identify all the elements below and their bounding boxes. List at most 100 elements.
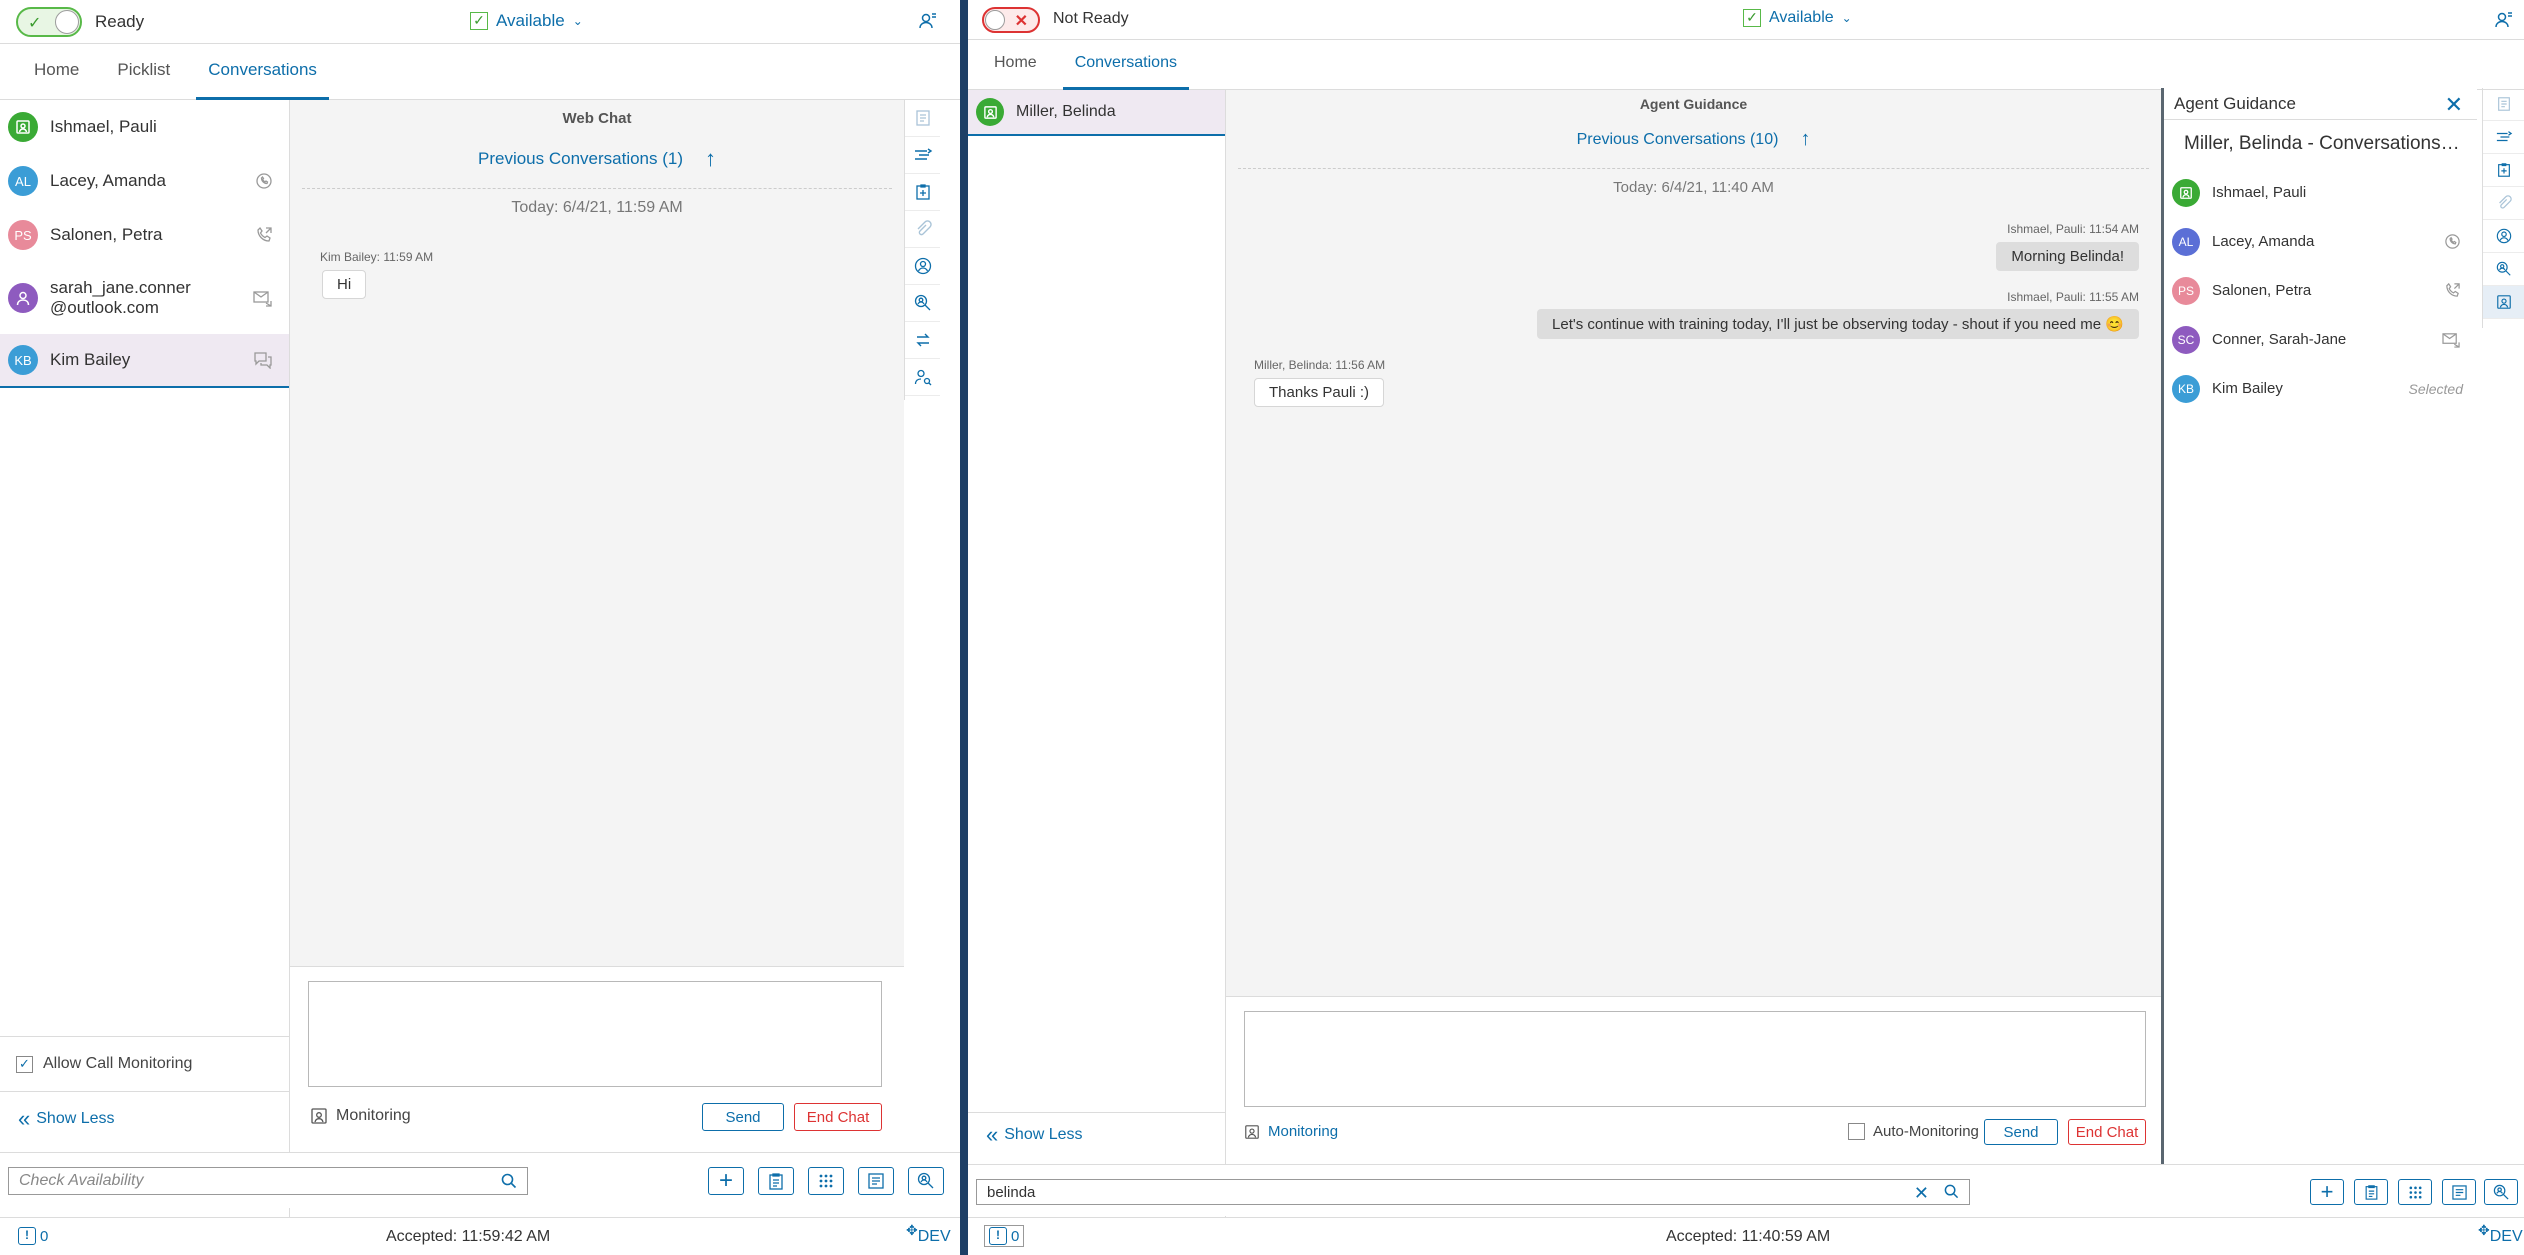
agent-guidance-header: Agent Guidance ✕	[2164, 88, 2477, 120]
check-availability-input[interactable]	[19, 1172, 527, 1190]
clipboard-icon[interactable]	[2483, 154, 2524, 187]
plus-icon: +	[718, 1167, 733, 1194]
contacts-button[interactable]	[2442, 1179, 2476, 1205]
alerts-indicator[interactable]: ! 0	[984, 1225, 1025, 1247]
directory-search-button[interactable]	[908, 1167, 944, 1195]
close-icon[interactable]: ✕	[2445, 92, 2463, 118]
end-chat-button[interactable]: End Chat	[2068, 1119, 2146, 1145]
monitoring-toggle[interactable]: Monitoring	[310, 1107, 411, 1125]
accepted-time: Accepted: 11:40:59 AM	[1666, 1228, 1831, 1245]
allow-call-monitoring[interactable]: ✓ Allow Call Monitoring	[0, 1036, 289, 1091]
transcript-list-icon[interactable]	[905, 137, 940, 174]
environment-label: DEV	[917, 1228, 951, 1245]
guidance-item-ishmael[interactable]: Ishmael, Pauli	[2164, 168, 2477, 217]
clipboard-button[interactable]	[758, 1167, 794, 1195]
message-meta: Ishmael, Pauli: 11:54 AM	[2007, 222, 2139, 236]
chat-title: Agent Guidance	[1639, 96, 1748, 112]
tab-conversations[interactable]: Conversations	[196, 44, 329, 100]
search-icon[interactable]	[1944, 1184, 1959, 1199]
search-knowledge-icon[interactable]	[2483, 253, 2524, 286]
guidance-item-name: Conner, Sarah-Jane	[2212, 331, 2347, 348]
move-icon[interactable]: ✥	[906, 1222, 918, 1238]
monitoring-label: Monitoring	[336, 1107, 411, 1124]
conversation-item-sarah[interactable]: sarah_jane.conner @outlook.com	[0, 262, 289, 334]
ready-toggle[interactable]: ✕	[982, 7, 1040, 33]
contact-icon[interactable]	[905, 248, 940, 285]
allow-call-monitoring-checkbox[interactable]: ✓	[16, 1055, 33, 1073]
chat-transcript: Agent Guidance Previous Conversations (1…	[1226, 90, 2161, 996]
tab-home[interactable]: Home	[22, 44, 91, 100]
clipboard-button[interactable]	[2354, 1179, 2388, 1205]
chat-composer: Monitoring Auto-Monitoring Send End Chat	[1226, 996, 2161, 1164]
avatar: KB	[2172, 374, 2200, 403]
previous-conversations-link[interactable]: Previous Conversations (10) ↑	[1226, 128, 2161, 151]
guidance-item-conner[interactable]: SC Conner, Sarah-Jane	[2164, 315, 2477, 364]
availability-dropdown[interactable]: ✓ Available ⌄	[1743, 9, 1852, 27]
chat-input[interactable]	[1244, 1011, 2146, 1107]
check-availability-input[interactable]	[987, 1183, 1969, 1201]
directory-search-button[interactable]	[2484, 1179, 2518, 1205]
auto-monitoring-toggle[interactable]: Auto-Monitoring	[1848, 1123, 1979, 1140]
directory-search-icon	[2493, 1184, 2509, 1200]
conversation-item-salonen[interactable]: PS Salonen, Petra	[0, 208, 289, 262]
guidance-item-lacey[interactable]: AL Lacey, Amanda	[2164, 217, 2477, 266]
transcript-list-icon[interactable]	[2483, 121, 2524, 154]
availability-dropdown[interactable]: ✓ Available ⌄	[470, 11, 583, 31]
show-less-button[interactable]: « Show Less	[18, 1108, 115, 1130]
attachment-icon[interactable]	[2483, 187, 2524, 220]
environment-badge: ✥DEV	[906, 1222, 951, 1246]
transfer-icon[interactable]	[905, 322, 940, 359]
check-icon: ✓	[470, 12, 488, 30]
contact-icon[interactable]	[2483, 220, 2524, 253]
previous-conversations-link[interactable]: Previous Conversations (1) ↑	[290, 146, 904, 172]
dialpad-button[interactable]	[808, 1167, 844, 1195]
avatar: PS	[8, 220, 38, 250]
auto-monitoring-checkbox[interactable]	[1848, 1123, 1865, 1140]
guidance-item-salonen[interactable]: PS Salonen, Petra	[2164, 266, 2477, 315]
search-icon[interactable]	[501, 1173, 517, 1189]
clear-icon[interactable]: ✕	[1914, 1183, 1929, 1204]
guidance-item-kim[interactable]: KB Kim Bailey Selected	[2164, 364, 2477, 413]
tab-home[interactable]: Home	[982, 40, 1049, 90]
agent-settings-icon[interactable]	[2494, 9, 2514, 29]
bottom-toolbar: ✕ +	[968, 1164, 2524, 1216]
notes-icon[interactable]	[905, 100, 940, 137]
dialpad-button[interactable]	[2398, 1179, 2432, 1205]
conversation-item-ishmael[interactable]: Ishmael, Pauli	[0, 100, 289, 154]
attachment-icon[interactable]	[905, 211, 940, 248]
guidance-item-name: Salonen, Petra	[2212, 282, 2312, 299]
side-toolbar	[904, 100, 940, 400]
contacts-button[interactable]	[858, 1167, 894, 1195]
send-button[interactable]: Send	[702, 1103, 784, 1131]
alerts-indicator[interactable]: ! 0	[18, 1227, 48, 1245]
search-knowledge-icon[interactable]	[905, 285, 940, 322]
send-button[interactable]: Send	[1984, 1119, 2058, 1145]
tab-picklist[interactable]: Picklist	[105, 44, 182, 100]
add-button[interactable]: +	[2310, 1179, 2344, 1205]
agent-guidance-panel: Agent Guidance ✕ Miller, Belinda - Conve…	[2161, 88, 2477, 1201]
clipboard-icon[interactable]	[905, 174, 940, 211]
show-less-button[interactable]: « Show Less	[986, 1124, 1083, 1146]
agent-lookup-icon[interactable]	[905, 359, 940, 396]
monitoring-toggle[interactable]: Monitoring	[1244, 1123, 1338, 1140]
chat-input[interactable]	[308, 981, 882, 1087]
tab-conversations[interactable]: Conversations	[1062, 40, 1189, 90]
environment-label: DEV	[2489, 1228, 2523, 1245]
conversation-item-miller[interactable]: Miller, Belinda	[968, 90, 1225, 136]
pane-divider[interactable]	[960, 0, 968, 1255]
allow-call-monitoring-label: Allow Call Monitoring	[43, 1055, 193, 1072]
check-availability-search[interactable]	[8, 1167, 528, 1195]
agent-guidance-icon[interactable]	[2483, 286, 2524, 319]
end-chat-button[interactable]: End Chat	[794, 1103, 882, 1131]
agent-settings-icon[interactable]	[918, 10, 938, 30]
conversation-item-lacey[interactable]: AL Lacey, Amanda	[0, 154, 289, 208]
ready-toggle[interactable]: ✓	[16, 7, 82, 37]
move-icon[interactable]: ✥	[2478, 1222, 2490, 1238]
conversation-item-kim[interactable]: KB Kim Bailey	[0, 334, 289, 388]
left-agent-pane: ✓ Ready ✓ Available ⌄ Home Picklist Conv…	[0, 0, 960, 1255]
message-bubble: Morning Belinda!	[1996, 242, 2139, 271]
add-button[interactable]: +	[708, 1167, 744, 1195]
notes-icon[interactable]	[2483, 88, 2524, 121]
main-tabs: Home Conversations	[968, 40, 2524, 90]
check-availability-search[interactable]: ✕	[976, 1179, 1970, 1205]
